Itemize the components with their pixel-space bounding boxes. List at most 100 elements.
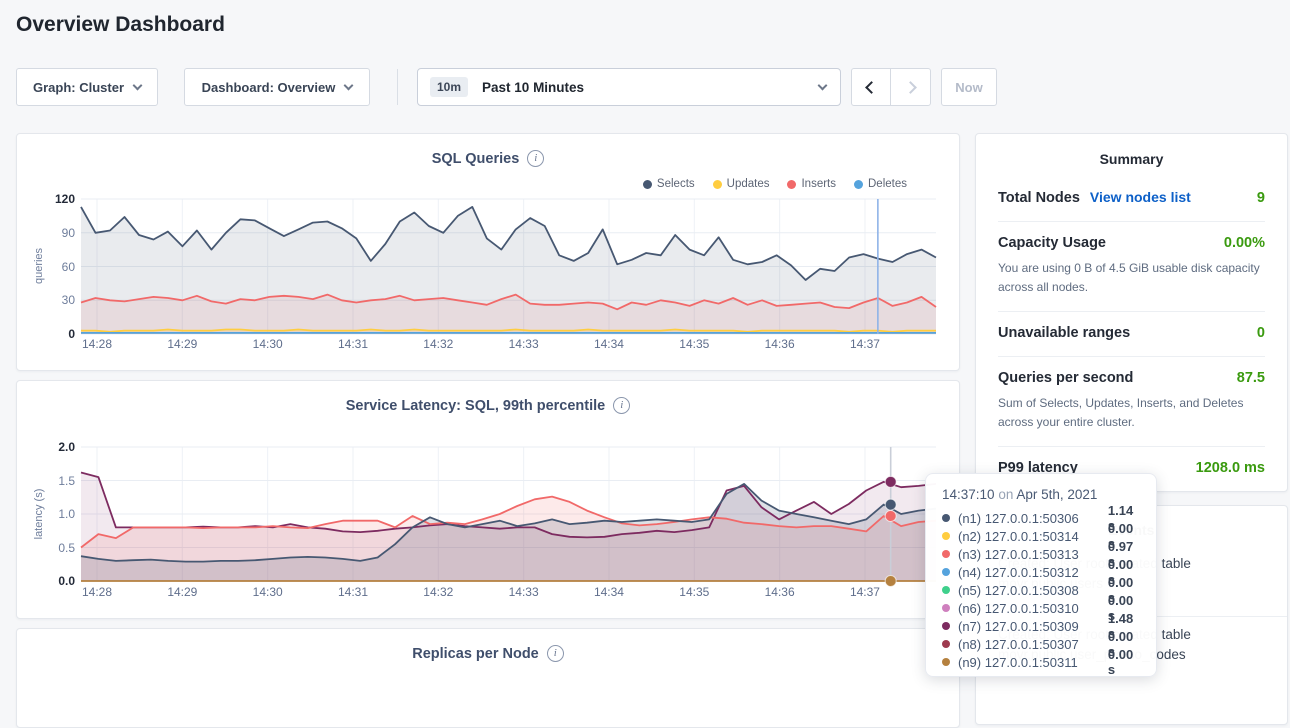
x-axis-labels: 14:2814:2914:3014:3114:3214:3314:3414:35… <box>81 585 936 601</box>
time-range-badge: 10m <box>430 77 468 97</box>
dashboard-dropdown-label: Dashboard: Overview <box>202 80 336 95</box>
y-axis-title: queries <box>33 248 45 284</box>
node-color-dot <box>942 550 950 558</box>
x-tick-label: 14:32 <box>414 585 462 599</box>
summary-label: Queries per second <box>998 370 1133 386</box>
summary-row: Capacity Usage0.00%You are using 0 B of … <box>998 222 1265 312</box>
chevron-down-icon <box>344 80 354 90</box>
chart-title: Replicas per Node <box>412 646 539 662</box>
legend-item-deletes[interactable]: Deletes <box>854 178 907 190</box>
node-color-dot <box>942 532 950 540</box>
x-tick-label: 14:31 <box>329 337 377 351</box>
tooltip-node-address: (n6) 127.0.0.1:50310 <box>958 601 1108 616</box>
graph-dropdown[interactable]: Graph: Cluster <box>16 68 158 106</box>
x-axis-labels: 14:2814:2914:3014:3114:3214:3314:3414:35… <box>81 337 936 353</box>
chevron-right-icon <box>904 81 917 94</box>
info-icon[interactable]: i <box>547 645 564 662</box>
dashboard-dropdown[interactable]: Dashboard: Overview <box>184 68 370 106</box>
x-tick-label: 14:33 <box>500 337 548 351</box>
tooltip-connector: on <box>998 487 1016 502</box>
summary-value: 0 <box>1257 325 1265 341</box>
chart-hover-tooltip: 14:37:10 on Apr 5th, 2021 (n1) 127.0.0.1… <box>925 473 1157 677</box>
summary-value: 1208.0 ms <box>1196 460 1265 476</box>
chevron-down-icon <box>818 80 828 90</box>
legend-item-inserts[interactable]: Inserts <box>787 178 836 190</box>
summary-value: 0.00% <box>1224 235 1265 251</box>
chart-legend: Selects Updates Inserts Deletes <box>643 178 907 190</box>
summary-row: Total NodesView nodes list9 <box>998 176 1265 222</box>
legend-label: Updates <box>727 178 770 190</box>
summary-title: Summary <box>998 134 1265 176</box>
tooltip-row: (n9) 127.0.0.1:503110.00 s <box>942 653 1144 671</box>
x-tick-label: 14:29 <box>158 337 206 351</box>
service-latency-plot[interactable] <box>81 447 936 581</box>
tooltip-node-address: (n2) 127.0.0.1:50314 <box>958 529 1108 544</box>
summary-description: Sum of Selects, Updates, Inserts, and De… <box>998 394 1265 431</box>
time-next-button[interactable] <box>891 69 930 105</box>
summary-label: Capacity Usage <box>998 235 1106 251</box>
view-nodes-list-link[interactable]: View nodes list <box>1090 189 1191 205</box>
x-tick-label: 14:36 <box>756 585 804 599</box>
legend-item-selects[interactable]: Selects <box>643 178 695 190</box>
x-tick-label: 14:30 <box>244 337 292 351</box>
x-tick-label: 14:28 <box>73 337 121 351</box>
summary-value: 9 <box>1257 190 1265 206</box>
x-tick-label: 14:36 <box>756 337 804 351</box>
sql-queries-chart-card: SQL Queries i SelectsUpdatesInsertsDelet… <box>16 133 960 371</box>
node-color-dot <box>942 568 950 576</box>
tooltip-node-address: (n7) 127.0.0.1:50309 <box>958 619 1108 634</box>
tooltip-timestamp: 14:37:10 on Apr 5th, 2021 <box>942 487 1144 502</box>
node-color-dot <box>942 658 950 666</box>
tooltip-node-address: (n3) 127.0.0.1:50313 <box>958 547 1108 562</box>
x-tick-label: 14:37 <box>841 585 889 599</box>
y-tick-label: 1.5 <box>58 474 75 488</box>
now-button-label: Now <box>955 80 982 95</box>
summary-row: Queries per second 87.5 Sum of Selects, Up… <box>998 357 1265 447</box>
tooltip-date: Apr 5th, 2021 <box>1016 487 1097 502</box>
time-range-dropdown[interactable]: 10m Past 10 Minutes <box>417 68 841 106</box>
page-title: Overview Dashboard <box>16 13 225 37</box>
tooltip-node-address: (n1) 127.0.0.1:50306 <box>958 511 1108 526</box>
tooltip-node-value: 0.00 s <box>1108 647 1144 677</box>
summary-label: Unavailable ranges <box>998 325 1130 341</box>
legend-item-updates[interactable]: Updates <box>713 178 770 190</box>
legend-label: Selects <box>657 178 695 190</box>
node-color-dot <box>942 622 950 630</box>
info-icon[interactable]: i <box>613 397 630 414</box>
y-tick-label: 0.5 <box>58 541 75 555</box>
info-icon[interactable]: i <box>527 150 544 167</box>
y-tick-label: 90 <box>62 226 75 240</box>
legend-dot <box>854 180 863 189</box>
y-tick-label: 30 <box>62 293 75 307</box>
now-button[interactable]: Now <box>941 68 997 106</box>
x-tick-label: 14:34 <box>585 337 633 351</box>
y-tick-label: 60 <box>62 260 75 274</box>
y-tick-label: 2.0 <box>58 440 75 454</box>
service-latency-chart-card: Service Latency: SQL, 99th percentile i … <box>16 380 960 619</box>
divider <box>397 69 398 105</box>
node-color-dot <box>942 586 950 594</box>
tooltip-node-address: (n8) 127.0.0.1:50307 <box>958 637 1108 652</box>
tooltip-node-address: (n5) 127.0.0.1:50308 <box>958 583 1108 598</box>
sql-queries-plot[interactable] <box>81 199 936 334</box>
x-tick-label: 14:35 <box>670 585 718 599</box>
legend-dot <box>643 180 652 189</box>
tooltip-time: 14:37:10 <box>942 487 995 502</box>
time-nav-group <box>851 68 931 106</box>
x-tick-label: 14:37 <box>841 337 889 351</box>
time-range-label: Past 10 Minutes <box>482 80 584 95</box>
node-color-dot <box>942 640 950 648</box>
y-tick-label: 120 <box>55 192 75 206</box>
time-prev-button[interactable] <box>852 69 891 105</box>
legend-label: Deletes <box>868 178 907 190</box>
x-tick-label: 14:31 <box>329 585 377 599</box>
graph-dropdown-label: Graph: Cluster <box>33 80 124 95</box>
x-tick-label: 14:35 <box>670 337 718 351</box>
summary-value: 87.5 <box>1237 370 1265 386</box>
chevron-down-icon <box>133 80 143 90</box>
y-tick-label: 1.0 <box>58 507 75 521</box>
x-tick-label: 14:34 <box>585 585 633 599</box>
node-color-dot <box>942 604 950 612</box>
tooltip-node-address: (n9) 127.0.0.1:50311 <box>958 655 1108 670</box>
summary-panel: Summary Total NodesView nodes list9Capac… <box>975 133 1288 492</box>
